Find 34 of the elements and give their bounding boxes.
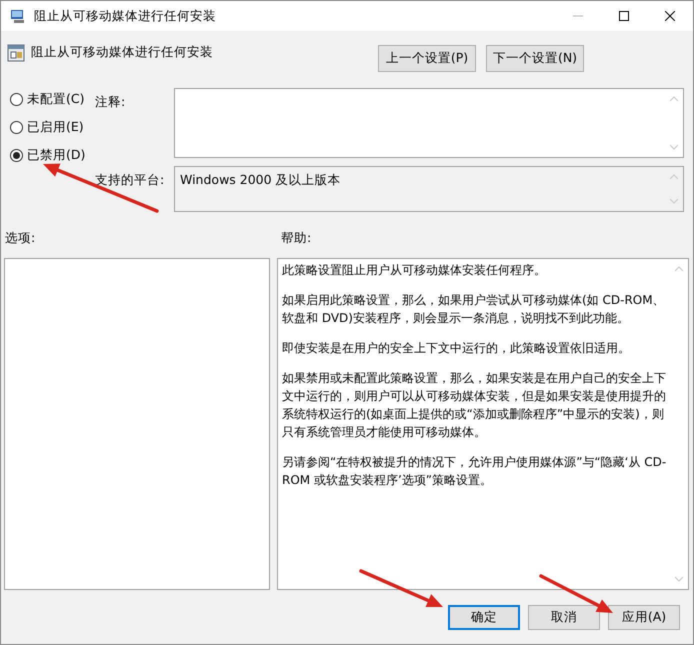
computer-icon bbox=[10, 8, 26, 24]
radio-label: 已禁用(D) bbox=[27, 146, 86, 164]
platform-value: Windows 2000 及以上版本 bbox=[180, 172, 341, 189]
help-paragraph: 即使安装是在用户的安全上下文中运行的，此策略设置依旧适用。 bbox=[282, 340, 631, 357]
help-paragraph: 另请参阅“在特权被提升的情况下，允许用户使用媒体源”与“隐藏‘从 CD-ROM 或软盘安装程序’选项”策略设置。 bbox=[282, 454, 668, 489]
radio-label: 已启用(E) bbox=[27, 118, 84, 136]
ok-button[interactable]: 确定 bbox=[448, 605, 520, 630]
policy-title: 阻止从可移动媒体进行任何安装 bbox=[31, 44, 213, 61]
dialog-button[interactable]: 应用(A) bbox=[608, 605, 680, 630]
maximize-icon bbox=[619, 11, 629, 21]
radio-button[interactable] bbox=[10, 92, 23, 106]
comment-label: 注释: bbox=[95, 94, 126, 111]
help-label: 帮助: bbox=[281, 230, 312, 247]
platform-label: 支持的平台: bbox=[95, 172, 164, 189]
scroll-up-icon bbox=[670, 174, 678, 179]
radio-button[interactable] bbox=[10, 120, 23, 134]
scroll-down-icon bbox=[675, 577, 683, 582]
scroll-down-icon bbox=[670, 145, 678, 150]
radio-button[interactable] bbox=[10, 148, 23, 162]
nav-button[interactable]: 下一个设置(N) bbox=[486, 45, 584, 72]
options-label: 选项: bbox=[4, 230, 36, 247]
help-paragraph: 此策略设置阻止用户从可移动媒体安装任何程序。 bbox=[282, 262, 547, 279]
scroll-up-icon bbox=[670, 96, 678, 101]
comment-field[interactable] bbox=[174, 88, 684, 158]
nav-button[interactable]: 上一个设置(P) bbox=[378, 45, 476, 72]
scroll-down-icon bbox=[670, 199, 678, 204]
close-icon bbox=[665, 11, 675, 21]
help-paragraph: 如果启用此策略设置，那么，如果用户尝试从可移动媒体(如 CD-ROM、软盘和 DVD)安装程序，则会显示一条消息，说明找不到此功能。 bbox=[282, 292, 666, 327]
policy-icon bbox=[7, 44, 25, 62]
window-title: 阻止从可移动媒体进行任何安装 bbox=[34, 8, 216, 24]
radio-label: 未配置(C) bbox=[27, 90, 84, 108]
help-paragraph: 如果禁用或未配置此策略设置，那么，如果安装是在用户自己的安全上下文中运行的，则用户可以从可移动媒体安装，但是如果安装是使用提升的系统特权运行的(如桌面上提供的或“添加或删除程序”中显示的安装)，则只有系统管理员才能使用可移动媒体。 bbox=[282, 370, 667, 441]
dialog-button[interactable]: 取消 bbox=[528, 605, 600, 630]
scroll-up-icon bbox=[675, 266, 683, 271]
